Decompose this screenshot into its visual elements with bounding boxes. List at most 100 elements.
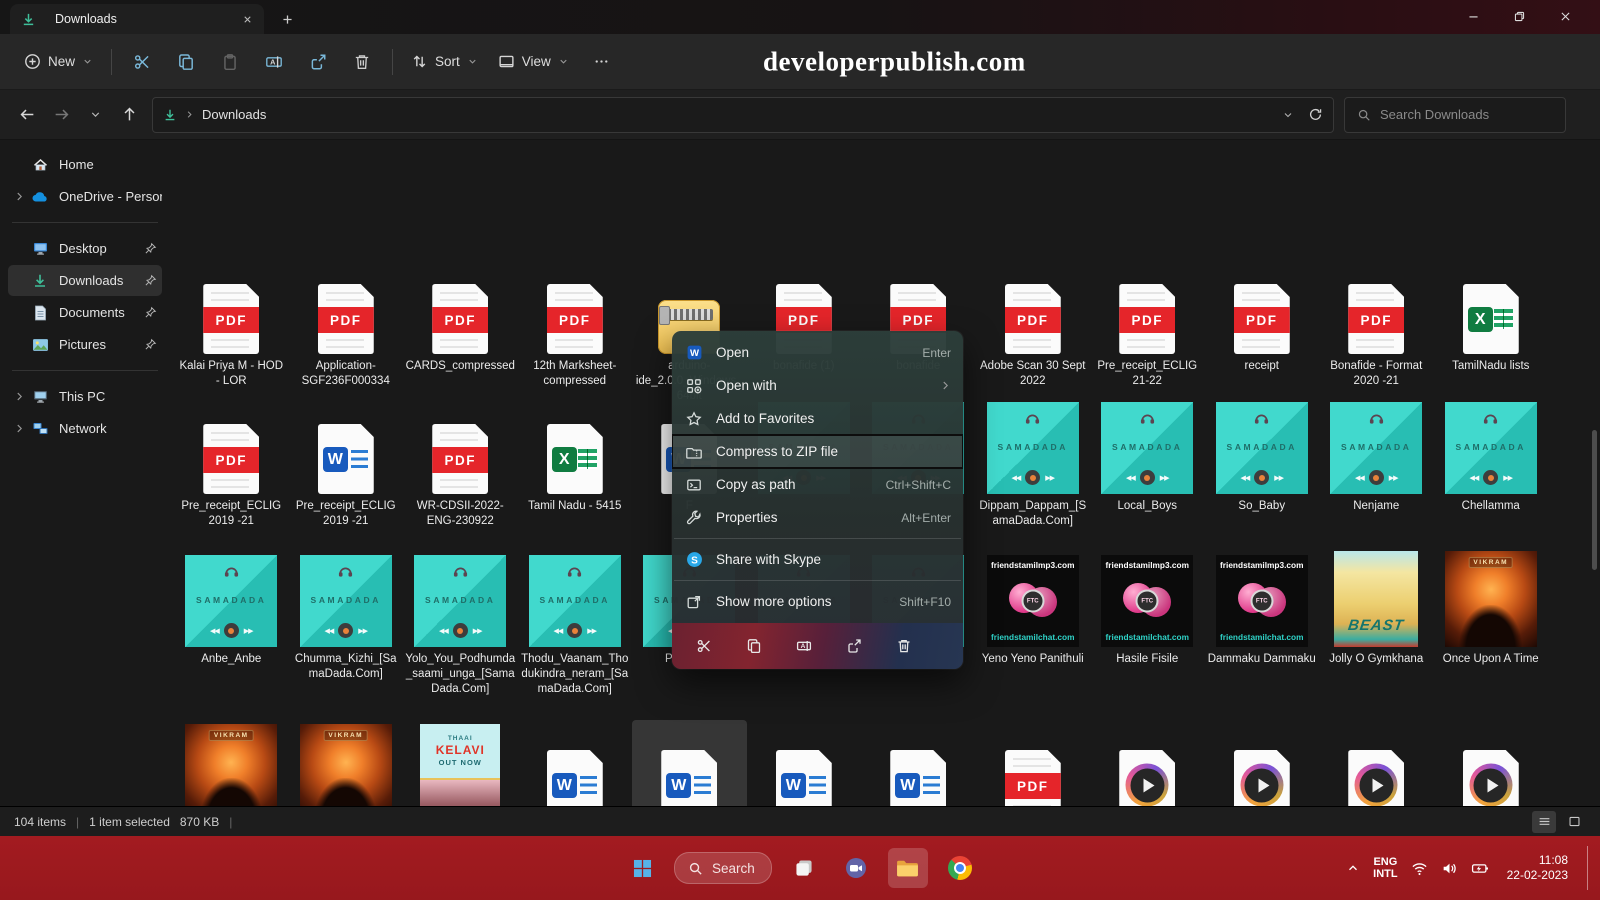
- rename-icon[interactable]: A: [257, 45, 291, 79]
- file-item[interactable]: PDFAdobe Scan 30 Sept 2022: [976, 280, 1091, 404]
- file-item[interactable]: VIKRAMVikram Title Track: [174, 720, 289, 806]
- file-item[interactable]: THAAIKELAVIOUT NOWMegham Karukatha: [403, 720, 518, 806]
- new-button[interactable]: New: [14, 46, 103, 77]
- details-view-toggle-icon[interactable]: [1532, 811, 1556, 833]
- file-item[interactable]: Wrocks pebbles and sand: [632, 720, 747, 806]
- file-item[interactable]: PDFKalai Priya M - HOD - LOR: [174, 280, 289, 404]
- up-button[interactable]: [112, 98, 146, 132]
- sidebar-item-home[interactable]: Home: [8, 149, 162, 180]
- file-item[interactable]: friendstamilmp3.comFTCfriendstamilchat.c…: [1090, 550, 1205, 697]
- more-options-icon[interactable]: [585, 45, 619, 79]
- explorer-tab-downloads[interactable]: Downloads: [10, 4, 264, 34]
- sidebar-item-network[interactable]: Network: [8, 413, 162, 444]
- file-item[interactable]: PDF12th Marksheet-compressed: [518, 280, 633, 404]
- menu-item-open-with[interactable]: Open with: [672, 369, 963, 402]
- file-item[interactable]: WPre_receipt_ECLIG 2019 -21: [289, 397, 404, 529]
- address-bar[interactable]: Downloads: [152, 97, 1334, 133]
- file-item[interactable]: Thiruchitrambalam: [1434, 720, 1549, 806]
- volume-icon[interactable]: [1441, 860, 1458, 877]
- language-indicator[interactable]: ENG INTL: [1373, 856, 1397, 880]
- minimize-button[interactable]: [1450, 0, 1496, 32]
- file-item[interactable]: friendstamilmp3.comFTCfriendstamilchat.c…: [976, 550, 1091, 697]
- sidebar-item-onedrive-persona[interactable]: OneDrive - Persona: [8, 181, 162, 212]
- cut-icon[interactable]: [125, 45, 159, 79]
- address-dropdown-icon[interactable]: [1282, 109, 1294, 121]
- menu-item-show-more-options[interactable]: Show more optionsShift+F10: [672, 585, 963, 618]
- file-item[interactable]: SAMADADA◀◀▶▶Anbe_Anbe: [174, 550, 289, 697]
- chrome-button[interactable]: [940, 848, 980, 888]
- sidebar-item-this-pc[interactable]: This PC: [8, 381, 162, 412]
- cut-icon[interactable]: [692, 634, 716, 658]
- tray-expand-icon[interactable]: [1346, 861, 1360, 875]
- file-item[interactable]: SAMADADA◀◀▶▶Chellamma: [1434, 397, 1549, 529]
- copy-icon[interactable]: [169, 45, 203, 79]
- file-item[interactable]: PDFPre_receipt_ECLIG 2019 -21: [174, 397, 289, 529]
- paste-icon[interactable]: [213, 45, 247, 79]
- menu-item-share-with-skype[interactable]: SShare with Skype: [672, 543, 963, 576]
- menu-item-open[interactable]: WOpenEnter: [672, 336, 963, 369]
- file-item[interactable]: SAMADADA◀◀▶▶Dippam_Dappam_[SamaDada.Com]: [976, 397, 1091, 529]
- expand-chevron-icon[interactable]: [8, 391, 30, 402]
- wifi-icon[interactable]: [1411, 860, 1428, 877]
- file-item[interactable]: WDVSK883: [518, 720, 633, 806]
- thumbnail-view-toggle-icon[interactable]: [1562, 811, 1586, 833]
- file-item[interactable]: SAMADADA◀◀▶▶Thodu_Vaanam_Thodukindra_ner…: [518, 550, 633, 697]
- file-item[interactable]: XTamil Nadu - 5415: [518, 397, 633, 529]
- file-item[interactable]: SAMADADA◀◀▶▶Chumma_Kizhi_[SamaDada.Com]: [289, 550, 404, 697]
- file-item[interactable]: Pirates BGM: [1205, 720, 1320, 806]
- file-item[interactable]: SAMADADA◀◀▶▶Nenjame: [1319, 397, 1434, 529]
- delete-icon[interactable]: [345, 45, 379, 79]
- battery-icon[interactable]: [1471, 860, 1490, 877]
- file-explorer-button[interactable]: [888, 848, 928, 888]
- restore-button[interactable]: [1496, 0, 1542, 32]
- back-button[interactable]: [10, 98, 44, 132]
- file-item[interactable]: PDFApplication-SGF236F000334: [289, 280, 404, 404]
- sidebar-item-downloads[interactable]: Downloads: [8, 265, 162, 296]
- menu-item-copy-as-path[interactable]: Copy as pathCtrl+Shift+C: [672, 468, 963, 501]
- file-item[interactable]: WAssignment rGirl (1): [747, 720, 862, 806]
- share-icon[interactable]: [842, 634, 866, 658]
- search-input[interactable]: Search Downloads: [1344, 97, 1566, 133]
- meet-app-button[interactable]: [836, 848, 876, 888]
- menu-item-add-to-favorites[interactable]: Add to Favorites: [672, 402, 963, 435]
- file-item[interactable]: PDFPre_receipt_ECLIG 21-22: [1090, 280, 1205, 404]
- new-tab-button[interactable]: [274, 6, 300, 32]
- file-item[interactable]: Oru Kaatu Moolanu !: [1319, 720, 1434, 806]
- menu-item-properties[interactable]: PropertiesAlt+Enter: [672, 501, 963, 534]
- clock[interactable]: 11:08 22-02-2023: [1507, 853, 1568, 883]
- sort-button[interactable]: Sort: [401, 46, 488, 77]
- tab-close-icon[interactable]: [238, 10, 256, 28]
- trash-icon[interactable]: [892, 634, 916, 658]
- copy-icon[interactable]: [742, 634, 766, 658]
- expand-chevron-icon[interactable]: [8, 423, 30, 434]
- sidebar-item-desktop[interactable]: Desktop: [8, 233, 162, 264]
- file-item[interactable]: SAMADADA◀◀▶▶Local_Boys: [1090, 397, 1205, 529]
- task-view-button[interactable]: [784, 848, 824, 888]
- file-item[interactable]: PDFBonafide - Format 2020 -21: [1319, 280, 1434, 404]
- recent-locations-chevron[interactable]: [78, 98, 112, 132]
- file-item[interactable]: SAMADADA◀◀▶▶Yolo_You_Podhumda_saami_unga…: [403, 550, 518, 697]
- taskbar-search[interactable]: Search: [674, 852, 772, 884]
- rename-icon[interactable]: A: [792, 634, 816, 658]
- file-item[interactable]: PDFWR-CDSII-2022-ENG-230922: [403, 397, 518, 529]
- menu-item-compress-to-zip-file[interactable]: Compress to ZIP file: [672, 435, 963, 468]
- file-item[interactable]: VIKRAMOnce Upon A Time: [1434, 550, 1549, 697]
- refresh-icon[interactable]: [1308, 107, 1323, 122]
- file-item[interactable]: SAMADADA◀◀▶▶So_Baby: [1205, 397, 1320, 529]
- expand-chevron-icon[interactable]: [8, 191, 30, 202]
- file-item[interactable]: PDFCARDS_compressed: [403, 280, 518, 404]
- sidebar-item-documents[interactable]: Documents: [8, 297, 162, 328]
- file-item[interactable]: Rolex Bgm: [1090, 720, 1205, 806]
- file-item[interactable]: WMY COLLEGE LIFE: [861, 720, 976, 806]
- start-button[interactable]: [622, 848, 662, 888]
- vertical-scrollbar[interactable]: [1592, 430, 1597, 570]
- file-item[interactable]: BEASTJolly O Gymkhana: [1319, 550, 1434, 697]
- file-item[interactable]: PDFAssignment rGirl: [976, 720, 1091, 806]
- file-item[interactable]: VIKRAMPathala Pathala: [289, 720, 404, 806]
- share-icon[interactable]: [301, 45, 335, 79]
- file-item[interactable]: friendstamilmp3.comFTCfriendstamilchat.c…: [1205, 550, 1320, 697]
- sidebar-item-pictures[interactable]: Pictures: [8, 329, 162, 360]
- forward-button[interactable]: [44, 98, 78, 132]
- file-item[interactable]: PDFreceipt: [1205, 280, 1320, 404]
- show-desktop-button[interactable]: [1587, 846, 1592, 890]
